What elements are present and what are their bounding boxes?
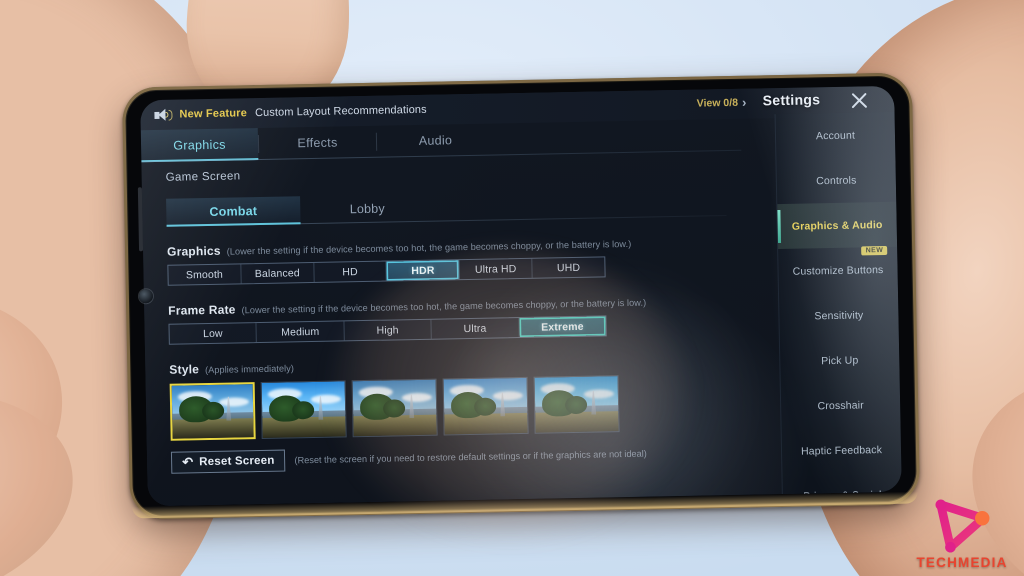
watermark: TECHMEDIA bbox=[910, 490, 1014, 570]
graphics-option-ultra-hd[interactable]: Ultra HD bbox=[459, 258, 533, 280]
graphics-quality-hint: (Lower the setting if the device becomes… bbox=[226, 238, 632, 257]
undo-icon: ↷ bbox=[181, 454, 194, 470]
graphics-option-smooth-label: Smooth bbox=[185, 268, 224, 281]
new-feature-label: New Feature bbox=[179, 107, 248, 121]
sidebar-item-sensitivity[interactable]: Sensitivity bbox=[779, 292, 899, 339]
sidebar-item-haptic-feedback[interactable]: Haptic Feedback bbox=[782, 427, 902, 474]
reset-screen-button[interactable]: ↷ Reset Screen bbox=[170, 449, 286, 474]
new-badge: NEW bbox=[861, 245, 888, 256]
game-screen-toggle: Combat Lobby bbox=[166, 194, 434, 226]
watermark-text: TECHMEDIA bbox=[916, 555, 1008, 570]
combat-label: Combat bbox=[209, 203, 258, 219]
chevron-right-icon: › bbox=[741, 94, 747, 110]
tab-effects-label: Effects bbox=[297, 135, 338, 151]
graphics-option-uhd[interactable]: UHD bbox=[532, 257, 604, 277]
sidebar-item-controls[interactable]: Controls bbox=[776, 157, 896, 204]
game-screen-option-lobby[interactable]: Lobby bbox=[300, 194, 434, 224]
graphics-option-balanced[interactable]: Balanced bbox=[241, 262, 315, 284]
tab-audio-label: Audio bbox=[418, 133, 453, 148]
photo-scene: New Feature Custom Layout Recommendation… bbox=[0, 0, 1024, 576]
sidebar-item-customize-buttons-label: Customize Buttons bbox=[792, 263, 884, 278]
sidebar-item-customize-buttons[interactable]: NEW Customize Buttons bbox=[778, 245, 898, 294]
game-screen-option-combat[interactable]: Combat bbox=[166, 196, 301, 226]
tab-graphics[interactable]: Graphics bbox=[140, 128, 259, 163]
sidebar-item-sensitivity-label: Sensitivity bbox=[814, 308, 864, 322]
play-triangle-logo-icon bbox=[935, 499, 990, 553]
frame-rate-option-high[interactable]: High bbox=[344, 319, 433, 341]
sidebar-item-privacy-social[interactable]: Privacy & Social bbox=[782, 472, 901, 506]
tab-audio[interactable]: Audio bbox=[377, 123, 495, 157]
frame-rate-option-extreme[interactable]: Extreme bbox=[519, 316, 606, 338]
frame-rate-option-low-label: Low bbox=[202, 327, 223, 340]
sidebar-item-privacy-social-label: Privacy & Social bbox=[803, 488, 882, 503]
style-thumbnail-5[interactable] bbox=[533, 375, 620, 434]
frame-rate-option-high-label: High bbox=[376, 323, 399, 337]
style-hint: (Applies immediately) bbox=[204, 363, 295, 376]
frame-rate-option-low[interactable]: Low bbox=[169, 323, 258, 344]
sidebar-item-haptic-feedback-label: Haptic Feedback bbox=[800, 443, 883, 458]
frame-rate-title: Frame Rate bbox=[168, 302, 236, 318]
sidebar-item-crosshair[interactable]: Crosshair bbox=[781, 382, 901, 429]
view-count-button[interactable]: View 0/8 › bbox=[696, 94, 747, 110]
graphics-quality-title: Graphics bbox=[166, 243, 221, 259]
sidebar-item-crosshair-label: Crosshair bbox=[817, 398, 864, 412]
style-thumbnail-4[interactable] bbox=[442, 376, 529, 436]
sidebar-item-account-label: Account bbox=[815, 129, 856, 142]
graphics-option-uhd-label: UHD bbox=[556, 261, 581, 274]
phone-bezel: New Feature Custom Layout Recommendation… bbox=[126, 76, 916, 516]
tab-graphics-label: Graphics bbox=[173, 137, 226, 153]
graphics-option-hdr-label: HDR bbox=[411, 264, 435, 277]
graphics-option-smooth[interactable]: Smooth bbox=[168, 264, 242, 285]
page-title: Settings bbox=[762, 91, 821, 109]
frame-rate-option-ultra[interactable]: Ultra bbox=[431, 318, 520, 339]
phone-screen: New Feature Custom Layout Recommendation… bbox=[140, 85, 902, 507]
frame-rate-options: Low Medium High Ultra Extreme bbox=[168, 315, 607, 345]
notification-message: Custom Layout Recommendations bbox=[254, 103, 427, 120]
close-icon[interactable] bbox=[848, 89, 870, 111]
frame-rate-option-extreme-label: Extreme bbox=[541, 320, 584, 334]
sidebar-item-graphics-audio-label: Graphics & Audio bbox=[791, 218, 883, 233]
frame-rate-hint: (Lower the setting if the device becomes… bbox=[241, 297, 647, 316]
view-count-label: View 0/8 bbox=[696, 96, 739, 110]
tab-effects[interactable]: Effects bbox=[259, 126, 377, 160]
graphics-option-hdr[interactable]: HDR bbox=[386, 260, 460, 281]
frame-rate-option-medium-label: Medium bbox=[281, 325, 320, 339]
graphics-option-hd-label: HD bbox=[342, 265, 358, 278]
style-thumbnail-3[interactable] bbox=[351, 378, 438, 438]
lobby-label: Lobby bbox=[349, 201, 385, 216]
frame-rate-option-medium[interactable]: Medium bbox=[256, 321, 345, 343]
settings-panel: New Feature Custom Layout Recommendation… bbox=[140, 85, 902, 507]
smartphone: New Feature Custom Layout Recommendation… bbox=[121, 72, 921, 520]
reset-screen-label: Reset Screen bbox=[199, 454, 275, 469]
sidebar-item-pick-up[interactable]: Pick Up bbox=[780, 337, 900, 384]
graphics-option-ultra-hd-label: Ultra HD bbox=[474, 262, 517, 276]
graphics-option-hd[interactable]: HD bbox=[313, 261, 388, 282]
sidebar-item-pick-up-label: Pick Up bbox=[821, 354, 859, 367]
sidebar-item-graphics-audio[interactable]: Graphics & Audio bbox=[777, 201, 898, 250]
speaker-icon bbox=[154, 108, 173, 121]
graphics-option-balanced-label: Balanced bbox=[254, 266, 300, 280]
settings-sidebar: Account Controls Graphics & Audio NEW Cu… bbox=[774, 111, 902, 502]
sidebar-item-controls-label: Controls bbox=[816, 174, 857, 187]
frame-rate-option-ultra-label: Ultra bbox=[463, 322, 487, 335]
graphics-quality-options: Smooth Balanced HD HDR Ultra HD UHD bbox=[167, 256, 606, 286]
style-title: Style bbox=[169, 362, 200, 377]
reset-screen-hint: (Reset the screen if you need to restore… bbox=[294, 448, 647, 466]
sidebar-item-account[interactable]: Account bbox=[776, 112, 896, 159]
style-thumbnail-1[interactable] bbox=[169, 382, 256, 441]
style-thumbnail-2[interactable] bbox=[260, 380, 347, 440]
